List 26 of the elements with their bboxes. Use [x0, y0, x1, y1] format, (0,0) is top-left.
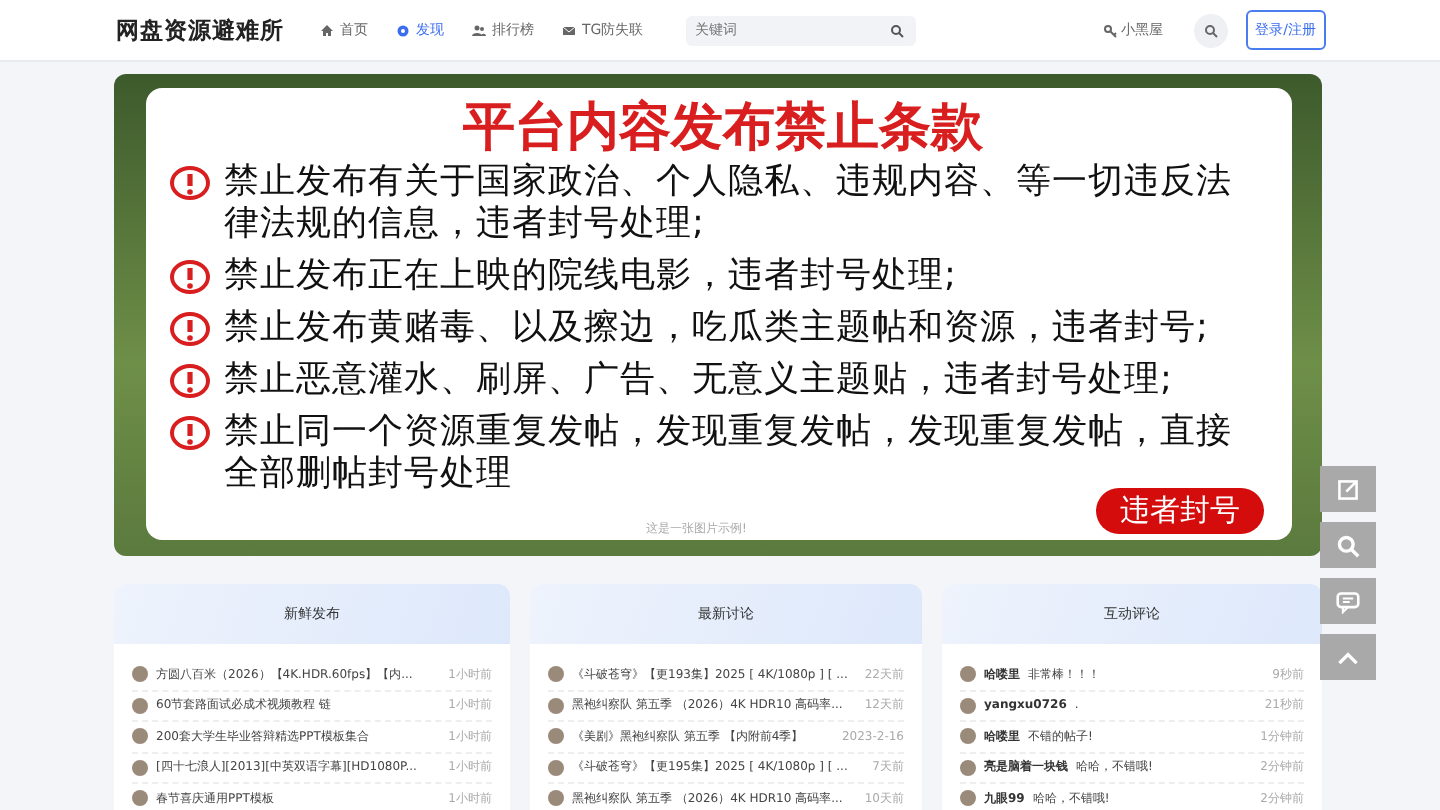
warning-icon	[170, 364, 210, 398]
warning-icon	[170, 416, 210, 450]
key-icon	[1103, 23, 1118, 37]
rule-text: 禁止发布有关于国家政治、个人隐私、违规内容、等一切违反法律法规的信息，违者封号处理;	[224, 162, 1234, 246]
site-logo[interactable]: 网盘资源避难所	[116, 15, 284, 45]
warning-icon	[170, 312, 210, 346]
back-to-top-button[interactable]	[1320, 634, 1376, 680]
comment-button[interactable]	[1320, 578, 1376, 624]
search-button[interactable]	[1193, 13, 1228, 47]
gear-icon	[396, 23, 410, 37]
search-button[interactable]	[1320, 522, 1376, 568]
warning-icon	[170, 260, 210, 294]
comment-icon	[1336, 589, 1360, 613]
users-icon	[472, 23, 486, 37]
edit-button[interactable]	[1320, 466, 1376, 512]
mail-icon	[562, 23, 576, 37]
edit-icon	[1336, 477, 1360, 501]
notice-title: 平台内容发布禁止条款	[461, 98, 985, 158]
rule-text: 禁止恶意灌水、刷屏、广告、无意义主题贴，违者封号处理;	[224, 360, 1172, 402]
rule-text: 禁止发布正在上映的院线电影，违者封号处理;	[224, 256, 956, 298]
search-icon	[1336, 533, 1360, 557]
rule-text: 禁止发布黄赌毒、以及擦边，吃瓜类主题帖和资源，违者封号;	[224, 308, 1208, 350]
search-icon	[1203, 23, 1218, 37]
home-icon	[320, 23, 334, 37]
warning-icon	[170, 166, 210, 200]
warning-badge: 违者封号	[1096, 488, 1264, 534]
